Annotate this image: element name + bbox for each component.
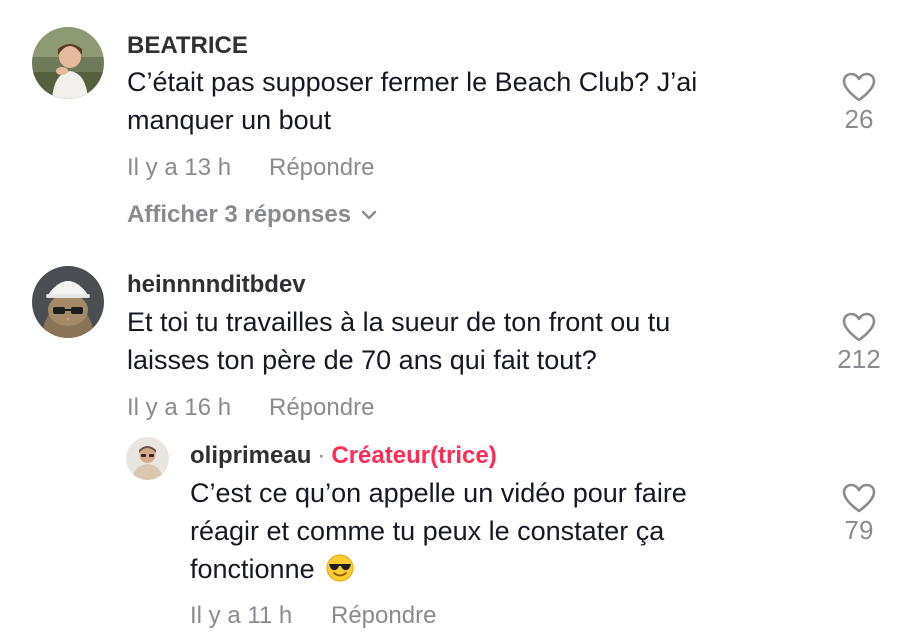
avatar[interactable] bbox=[32, 27, 104, 99]
heart-outline-icon bbox=[842, 72, 876, 102]
separator: · bbox=[317, 442, 326, 469]
comment-body: C’était pas supposer fermer le Beach Clu… bbox=[127, 63, 697, 139]
like-button[interactable]: 212 bbox=[829, 312, 889, 372]
comment-text-line: laisses ton père de 70 ans qui fait tout… bbox=[127, 345, 597, 375]
like-count: 79 bbox=[844, 515, 874, 545]
reply-header: oliprimeau · Créateur(trice) bbox=[190, 444, 497, 468]
comment-text-line: C’était pas supposer fermer le Beach Clu… bbox=[127, 67, 698, 97]
like-button[interactable]: 26 bbox=[829, 72, 889, 132]
creator-badge: Créateur(trice) bbox=[331, 442, 497, 469]
comment-username[interactable]: heinnnnditbdev bbox=[127, 273, 306, 297]
comment-text-line-with-emoji: fonctionne bbox=[190, 550, 687, 592]
reply-button[interactable]: Répondre bbox=[269, 156, 374, 180]
avatar[interactable] bbox=[126, 437, 169, 480]
like-count: 212 bbox=[837, 344, 881, 374]
comment-timestamp: Il y a 11 h bbox=[190, 602, 293, 629]
avatar[interactable] bbox=[32, 266, 104, 338]
view-replies-label: Afficher 3 réponses bbox=[127, 201, 352, 228]
chevron-down-icon bbox=[361, 210, 377, 220]
comment-text-line: C’est ce qu’on appelle un vidéo pour fai… bbox=[190, 478, 687, 508]
comment-username[interactable]: BEATRICE bbox=[127, 34, 248, 58]
comment-text-line: fonctionne bbox=[190, 554, 315, 584]
like-count: 26 bbox=[844, 104, 874, 134]
comment-body: Et toi tu travailles à la sueur de ton f… bbox=[127, 303, 670, 379]
comment-text-line: manquer un bout bbox=[127, 105, 332, 135]
sunglasses-emoji-icon bbox=[326, 554, 354, 592]
comment-username[interactable]: oliprimeau bbox=[190, 442, 311, 469]
heart-outline-icon bbox=[842, 483, 876, 513]
comment-body: C’est ce qu’on appelle un vidéo pour fai… bbox=[190, 474, 687, 592]
comment-text-line: Et toi tu travailles à la sueur de ton f… bbox=[127, 307, 671, 337]
heart-outline-icon bbox=[842, 312, 876, 342]
comment-text-line: réagir et comme tu peux le constater ça bbox=[190, 516, 665, 546]
view-replies-button[interactable]: Afficher 3 réponses bbox=[127, 203, 377, 227]
comment-timestamp: Il y a 16 h bbox=[127, 394, 232, 421]
like-button[interactable]: 79 bbox=[829, 483, 889, 543]
reply-button[interactable]: Répondre bbox=[331, 604, 436, 628]
reply-button[interactable]: Répondre bbox=[269, 396, 374, 420]
comment-timestamp: Il y a 13 h bbox=[127, 154, 232, 181]
